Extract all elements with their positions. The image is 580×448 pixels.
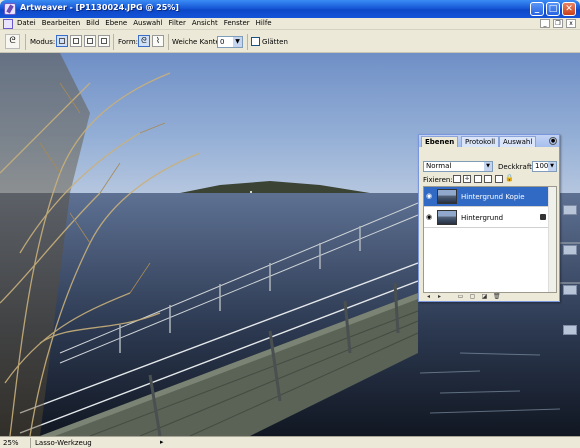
- separator: [247, 34, 248, 50]
- lock-icon: 🔒: [505, 174, 514, 182]
- arrow-right-icon[interactable]: ▸: [436, 294, 443, 301]
- separator: [168, 34, 169, 50]
- menu-hilfe[interactable]: Hilfe: [256, 19, 272, 27]
- eye-icon[interactable]: ◉: [426, 214, 434, 221]
- separator: [30, 438, 31, 448]
- eye-icon[interactable]: ◉: [426, 193, 434, 200]
- feather-value: 0: [220, 38, 225, 46]
- polygon-lasso-button[interactable]: ⌇: [152, 35, 164, 47]
- separator: [113, 34, 114, 50]
- menu-fenster[interactable]: Fenster: [224, 19, 250, 27]
- menu-auswahl[interactable]: Auswahl: [133, 19, 162, 27]
- menu-bild[interactable]: Bild: [86, 19, 99, 27]
- freehand-lasso-button[interactable]: ᘓ: [138, 35, 150, 47]
- layer-row-hintergrund[interactable]: ◉ Hintergrund: [424, 208, 549, 228]
- layers-list: ◉ Hintergrund Kopie ◉ Hintergrund: [423, 186, 557, 293]
- pier-block: [563, 285, 577, 295]
- separator: [25, 34, 26, 50]
- smooth-checkbox[interactable]: [251, 37, 260, 46]
- window-title: Artweaver - [P1130024.JPG @ 25%]: [20, 3, 179, 12]
- opacity-label: Deckkraft:: [498, 163, 535, 171]
- layer-row-hintergrund-kopie[interactable]: ◉ Hintergrund Kopie: [424, 187, 549, 207]
- title-bar: Artweaver - [P1130024.JPG @ 25%] _ □ ✕: [0, 0, 580, 18]
- panel-tabs: Ebenen Protokoll Auswahl ●: [419, 135, 559, 147]
- mode-new-selection-button[interactable]: [56, 35, 68, 47]
- active-tool-name: Lasso-Werkzeug: [35, 439, 92, 447]
- mode-intersect-selection-button[interactable]: [98, 35, 110, 47]
- photo-tree: [0, 53, 201, 436]
- opacity-input[interactable]: 100 ▼: [532, 161, 557, 172]
- layer-name: Hintergrund: [461, 214, 504, 222]
- mode-add-selection-button[interactable]: [70, 35, 82, 47]
- lock-paint-checkbox[interactable]: [474, 175, 482, 183]
- opacity-value: 100: [535, 162, 549, 170]
- form-label: Form:: [118, 38, 138, 46]
- menu-filter[interactable]: Filter: [169, 19, 186, 27]
- layer-thumbnail: [437, 210, 457, 225]
- tab-ebenen[interactable]: Ebenen: [421, 136, 459, 147]
- minimize-button[interactable]: _: [530, 2, 544, 16]
- tab-auswahl[interactable]: Auswahl: [499, 136, 537, 147]
- layer-thumbnail: [437, 189, 457, 204]
- pier-block: [563, 245, 577, 255]
- menu-bearbeiten[interactable]: Bearbeiten: [42, 19, 80, 27]
- arrow-left-icon[interactable]: ◂: [425, 294, 432, 301]
- lasso-icon[interactable]: ᘓ: [5, 34, 20, 49]
- mode-subtract-selection-button[interactable]: [84, 35, 96, 47]
- maximize-button[interactable]: □: [546, 2, 560, 16]
- layers-panel: Ebenen Protokoll Auswahl ● Normal ▼ Deck…: [418, 134, 560, 302]
- panel-toolbar: ◂ ▸ ▭ ▢ ◪ 🗑: [423, 294, 557, 302]
- close-button[interactable]: ✕: [562, 2, 576, 16]
- chevron-down-icon[interactable]: ▼: [484, 162, 492, 171]
- blend-mode-select[interactable]: Normal ▼: [423, 161, 493, 172]
- tab-protokoll[interactable]: Protokoll: [461, 136, 500, 147]
- chevron-down-icon[interactable]: ▼: [548, 162, 556, 171]
- smooth-label: Glätten: [262, 38, 288, 46]
- menu-ansicht[interactable]: Ansicht: [192, 19, 218, 27]
- tool-options-bar: ᘓ Modus: Form: ᘓ ⌇ Weiche Kante: 0 ▼ Glä…: [0, 31, 580, 53]
- lock-transparency-checkbox[interactable]: [453, 175, 461, 183]
- blend-mode-value: Normal: [426, 162, 452, 170]
- chevron-down-icon[interactable]: ▼: [233, 37, 242, 47]
- doc-minimize-button[interactable]: _: [540, 19, 550, 28]
- feather-label: Weiche Kante:: [172, 38, 223, 46]
- doc-close-button[interactable]: x: [566, 19, 576, 28]
- lock-image-checkbox[interactable]: [484, 175, 492, 183]
- document-icon[interactable]: [3, 19, 13, 29]
- pier-block: [563, 325, 577, 335]
- status-bar: 25% Lasso-Werkzeug ▸: [0, 436, 580, 448]
- trash-icon[interactable]: 🗑: [493, 294, 501, 301]
- pier-block: [563, 205, 577, 215]
- folder-icon[interactable]: ▭: [457, 294, 464, 301]
- canvas-right-strip: [561, 185, 580, 345]
- feather-input[interactable]: 0 ▼: [217, 36, 243, 48]
- lock-move-icon[interactable]: ✛: [463, 175, 471, 183]
- lock-icon: [540, 214, 546, 220]
- status-menu-arrow-icon[interactable]: ▸: [160, 438, 164, 446]
- mode-label: Modus:: [30, 38, 56, 46]
- lock-all-checkbox[interactable]: [495, 175, 503, 183]
- menu-ebene[interactable]: Ebene: [105, 19, 127, 27]
- app-icon[interactable]: [4, 3, 16, 15]
- layers-scrollbar[interactable]: [548, 187, 556, 292]
- panel-menu-icon[interactable]: ●: [549, 137, 557, 145]
- menu-datei[interactable]: Datei: [17, 19, 36, 27]
- menu-bar: Datei Bearbeiten Bild Ebene Auswahl Filt…: [0, 18, 580, 30]
- layer-mask-icon[interactable]: ◪: [481, 294, 488, 301]
- zoom-level: 25%: [3, 439, 19, 447]
- layer-name: Hintergrund Kopie: [461, 193, 525, 201]
- doc-restore-button[interactable]: ❐: [553, 19, 563, 28]
- new-layer-icon[interactable]: ▢: [469, 294, 476, 301]
- lock-label: Fixieren:: [423, 176, 453, 184]
